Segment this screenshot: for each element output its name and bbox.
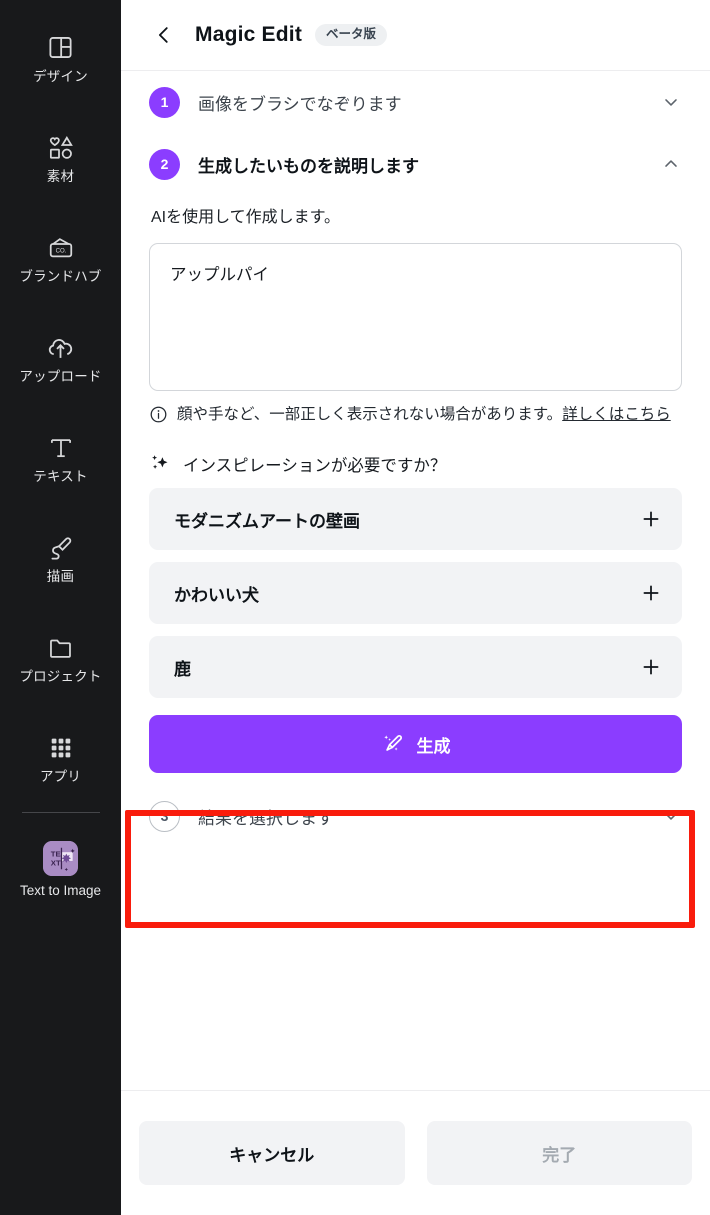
step-badge-2: 2 <box>149 148 180 180</box>
prompt-hint: 顔や手など、一部正しく表示されない場合があります。詳しくはこちら <box>149 403 682 432</box>
hint-sentence: 顔や手など、一部正しく表示されない場合があります。 <box>177 406 563 423</box>
step-row-2[interactable]: 2 生成したいものを説明します <box>149 133 682 195</box>
sidebar-label-draw: 描画 <box>46 568 75 584</box>
shapes-icon <box>46 133 76 163</box>
sidebar-label-text: テキスト <box>33 468 88 484</box>
sidebar-label-apps: アプリ <box>39 768 82 784</box>
step-row-3[interactable]: 3 結果を選択します <box>149 785 682 847</box>
plus-icon[interactable] <box>640 656 662 678</box>
left-sidebar: デザイン 素材 CO. ブランドハブ アップロード テキスト 描画 プロジェクト… <box>0 0 121 1215</box>
generate-button-label: 生成 <box>416 736 451 756</box>
prompt-hint-text: 顔や手など、一部正しく表示されない場合があります。詳しくはこちら <box>177 403 671 432</box>
sidebar-item-design[interactable]: デザイン <box>0 8 121 108</box>
panel-body: 1 画像をブラシでなぞります 2 生成したいものを説明します AIを使用して作成… <box>121 71 710 1090</box>
step-label-3: 結果を選択します <box>198 808 334 828</box>
folder-icon <box>46 633 76 663</box>
svg-text:TE: TE <box>51 849 61 858</box>
layout-grid-icon <box>46 33 76 63</box>
sidebar-item-uploads[interactable]: アップロード <box>0 308 121 408</box>
generate-button[interactable]: 生成 <box>149 715 682 774</box>
svg-text:CO.: CO. <box>55 248 66 254</box>
inspiration-title: インスピレーションが必要ですか？ <box>183 457 447 476</box>
sidebar-item-projects[interactable]: プロジェクト <box>0 608 121 708</box>
sidebar-item-elements[interactable]: 素材 <box>0 108 121 208</box>
chevron-left-icon[interactable] <box>149 20 179 50</box>
sidebar-label-design: デザイン <box>33 68 88 84</box>
prompt-input[interactable] <box>149 243 682 391</box>
sidebar-item-brand-hub[interactable]: CO. ブランドハブ <box>0 208 121 308</box>
learn-more-link[interactable]: 詳しくはこちら <box>562 406 671 423</box>
cloud-upload-icon <box>46 333 76 363</box>
sidebar-label-uploads: アップロード <box>19 368 102 384</box>
inspiration-chip-3[interactable]: 鹿 <box>149 636 682 699</box>
beta-badge: ベータ版 <box>315 24 388 46</box>
sidebar-item-text-to-image[interactable]: TE XT Text to Image <box>0 819 121 919</box>
text-t-icon <box>46 433 76 463</box>
sidebar-label-text-to-image: Text to Image <box>19 882 102 898</box>
info-circle-icon <box>149 405 171 432</box>
sidebar-label-elements: 素材 <box>46 168 75 184</box>
done-button: 完了 <box>426 1121 692 1185</box>
inspiration-chip-label: かわいい犬 <box>174 585 259 605</box>
panel-footer: キャンセル 完了 <box>121 1090 710 1215</box>
sidebar-label-projects: プロジェクト <box>19 668 102 684</box>
chevron-down-icon[interactable] <box>660 805 682 827</box>
step2-description: AIを使用して作成します。 <box>151 209 341 226</box>
inspiration-chip-label: モダニズムアートの壁画 <box>174 511 360 531</box>
chevron-up-icon[interactable] <box>660 153 682 175</box>
draw-pen-icon <box>46 533 76 563</box>
chevron-down-icon[interactable] <box>660 91 682 113</box>
magic-edit-screen: デザイン 素材 CO. ブランドハブ アップロード テキスト 描画 プロジェクト… <box>0 0 710 1215</box>
step-badge-1: 1 <box>149 86 180 118</box>
sparkles-icon <box>149 452 175 476</box>
sidebar-divider <box>21 812 100 813</box>
panel-header: Magic Edit ベータ版 <box>121 0 710 71</box>
text-to-image-icon: TE XT <box>43 840 78 876</box>
apps-grid-icon <box>46 733 76 763</box>
magic-edit-panel: Magic Edit ベータ版 1 画像をブラシでなぞります 2 生成したいもの… <box>121 0 710 1215</box>
sidebar-item-draw[interactable]: 描画 <box>0 508 121 608</box>
plus-icon[interactable] <box>640 582 662 604</box>
svg-text:XT: XT <box>51 858 61 867</box>
cancel-button[interactable]: キャンセル <box>139 1121 405 1185</box>
step-row-1[interactable]: 1 画像をブラシでなぞります <box>149 71 682 133</box>
sidebar-item-text[interactable]: テキスト <box>0 408 121 508</box>
sidebar-label-brand-hub: ブランドハブ <box>19 268 102 284</box>
magic-wand-icon <box>381 732 405 756</box>
generate-button-wrap: 生成 <box>149 715 682 774</box>
inspiration-chip-label: 鹿 <box>174 659 191 679</box>
inspiration-chip-2[interactable]: かわいい犬 <box>149 562 682 625</box>
inspiration-chip-1[interactable]: モダニズムアートの壁画 <box>149 488 682 551</box>
step-badge-3: 3 <box>149 800 180 832</box>
sidebar-item-apps[interactable]: アプリ <box>0 708 121 808</box>
page-title: Magic Edit <box>195 23 303 46</box>
plus-icon[interactable] <box>640 508 662 530</box>
brand-hub-icon: CO. <box>46 233 76 263</box>
step-label-2: 生成したいものを説明します <box>198 156 419 176</box>
inspiration-heading: インスピレーションが必要ですか？ <box>149 452 682 476</box>
step-label-1: 画像をブラシでなぞります <box>198 94 402 114</box>
